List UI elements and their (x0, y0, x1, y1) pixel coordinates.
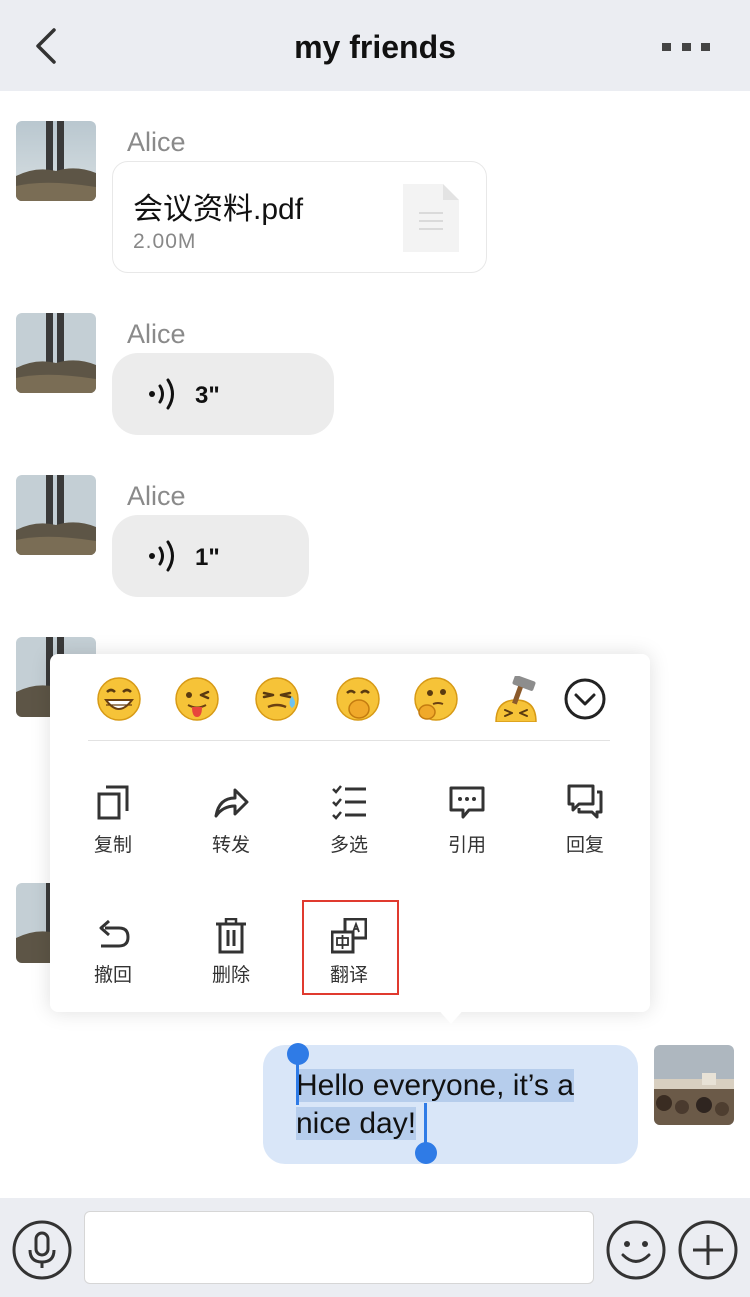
delete-icon (216, 918, 246, 954)
sender-name: Alice (127, 127, 186, 157)
snicker-emoji-icon[interactable] (335, 676, 381, 722)
voice-message[interactable]: 1" (112, 515, 309, 597)
voice-message[interactable]: 3" (112, 353, 334, 435)
forward-label: 转发 (211, 835, 250, 856)
avatar-alice[interactable] (16, 475, 96, 555)
emoji-reaction-row (50, 654, 650, 740)
voice-wave-icon (149, 540, 174, 572)
message-context-menu: 复制 转发 多选 引用 回复 撤回 删除 翻译 (50, 654, 650, 1024)
avatar-alice[interactable] (16, 313, 96, 393)
avatar-alice[interactable] (16, 121, 96, 201)
file-name: 会议资料.pdf (133, 193, 304, 226)
recall-label: 撤回 (93, 965, 132, 986)
delete-label: 删除 (211, 965, 250, 986)
voice-duration: 1" (195, 544, 220, 571)
avatar-image (16, 121, 96, 201)
forward-icon (214, 788, 249, 818)
page-title: my friends (294, 29, 456, 65)
sweat-emoji-icon[interactable] (254, 676, 300, 722)
multi-select-label: 多选 (329, 835, 368, 856)
hammer-emoji-icon[interactable] (493, 676, 539, 722)
my-message-text[interactable]: Hello everyone, it’s a nice day! (296, 1067, 616, 1143)
input-bar (0, 1198, 750, 1297)
grin-emoji-icon[interactable] (96, 676, 142, 722)
delete-action[interactable]: 删除 (191, 918, 271, 1008)
quote-label: 引用 (447, 835, 486, 856)
expand-emoji-icon[interactable] (562, 676, 608, 722)
nav-bar: my friends (0, 0, 750, 91)
reply-icon (567, 784, 603, 819)
copy-icon (97, 785, 129, 820)
selected-text: Hello everyone, it’s a nice day! (296, 1069, 574, 1140)
menu-divider (88, 740, 610, 741)
reply-action[interactable]: 回复 (545, 784, 625, 874)
selection-start-handle[interactable] (287, 1043, 309, 1065)
quote-icon (449, 786, 485, 819)
multi-select-icon (332, 785, 366, 820)
my-message-bubble[interactable]: Hello everyone, it’s a nice day! (263, 1043, 638, 1164)
copy-action[interactable]: 复制 (73, 784, 153, 874)
file-size: 2.00M (133, 230, 197, 253)
translate-highlight (302, 900, 399, 995)
selection-end-handle[interactable] (415, 1142, 437, 1164)
sender-name: Alice (127, 319, 186, 349)
forward-action[interactable]: 转发 (191, 784, 271, 874)
message-input[interactable] (84, 1211, 594, 1284)
popup-pointer (435, 1006, 467, 1024)
reply-label: 回复 (565, 835, 604, 856)
recall-icon (99, 919, 130, 948)
copy-label: 复制 (93, 835, 132, 856)
plus-icon[interactable] (678, 1220, 738, 1280)
multi-select-action[interactable]: 多选 (309, 784, 389, 874)
quote-action[interactable]: 引用 (427, 784, 507, 874)
voice-duration: 3" (195, 382, 220, 409)
voice-wave-icon (149, 378, 174, 410)
my-avatar[interactable] (654, 1045, 734, 1125)
file-message[interactable]: 会议资料.pdf 2.00M (112, 161, 487, 273)
microphone-icon[interactable] (12, 1220, 72, 1280)
file-icon (403, 184, 459, 252)
my-avatar-image (654, 1045, 734, 1125)
recall-action[interactable]: 撤回 (73, 918, 153, 1008)
avatar-image (16, 475, 96, 555)
avatar-image (16, 313, 96, 393)
more-icon[interactable] (660, 41, 712, 53)
emoji-icon[interactable] (606, 1220, 666, 1280)
tongue-wink-emoji-icon[interactable] (174, 676, 220, 722)
sender-name: Alice (127, 481, 186, 511)
thinking-emoji-icon[interactable] (413, 676, 459, 722)
